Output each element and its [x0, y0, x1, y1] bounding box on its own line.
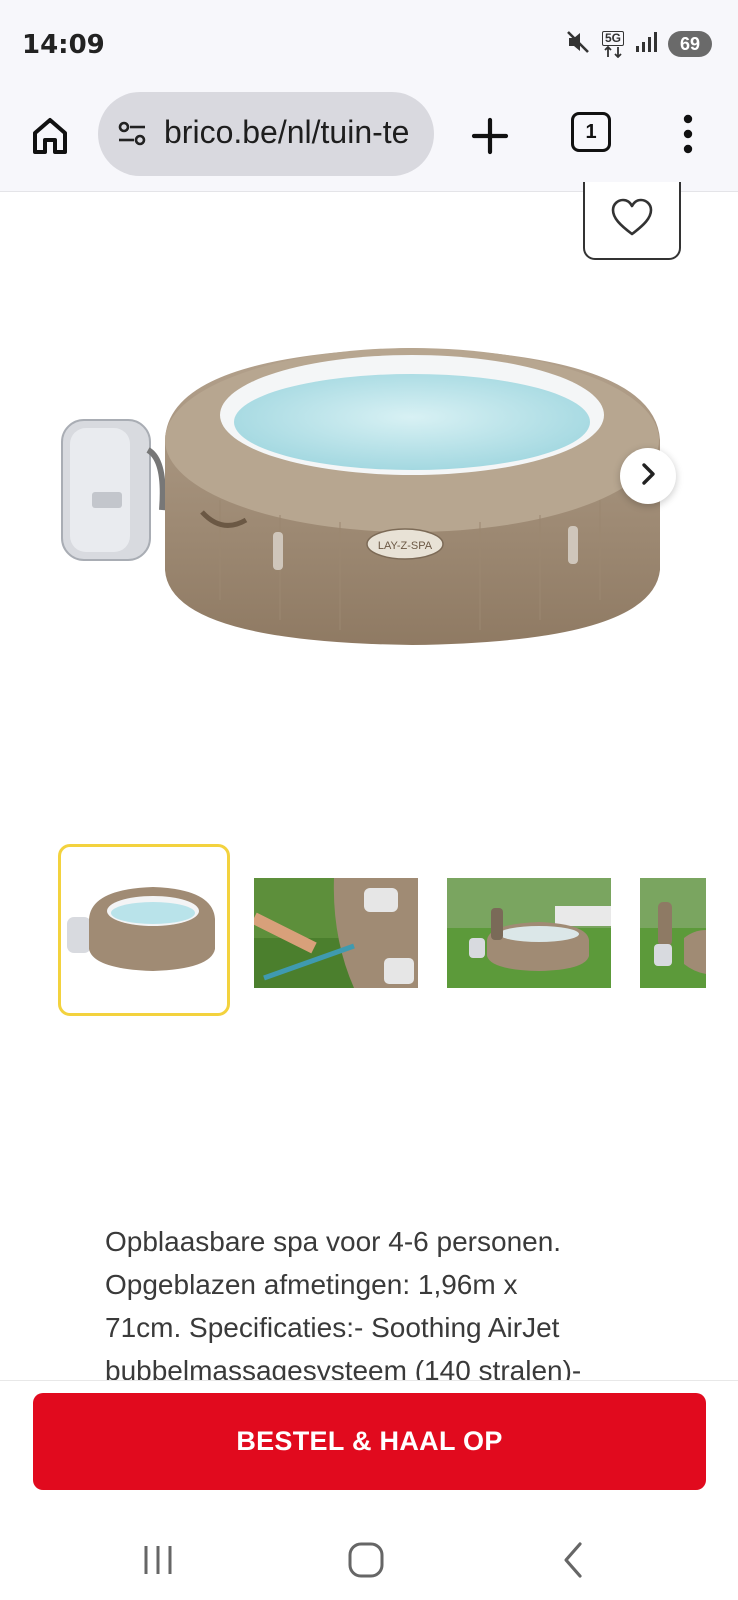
back-icon[interactable] [544, 1530, 604, 1590]
cta-bar: BESTEL & HAAL OP [0, 1380, 738, 1518]
wishlist-button[interactable] [583, 182, 681, 260]
thumbnail-3[interactable] [447, 878, 611, 988]
thumbnail-2[interactable] [254, 878, 418, 988]
description-line: 71cm. Specificaties:- Soothing AirJet [105, 1312, 560, 1343]
description-line: Opblaasbare spa voor 4-6 personen. [105, 1226, 562, 1257]
spa-logo-text: LAY-Z-SPA [378, 540, 433, 552]
product-image[interactable]: LAY-Z-SPA [40, 300, 680, 700]
home-icon[interactable] [26, 112, 74, 160]
url-text: brico.be/nl/tuin-te [164, 114, 410, 150]
screen: 14:09 5G 69 brico.be/nl/tuin-te 1 LAY-Z-… [0, 0, 738, 1600]
product-description: Opblaasbare spa voor 4-6 personen. Opgeb… [105, 1220, 665, 1380]
thumbnail-1[interactable] [58, 844, 230, 1016]
order-pickup-button[interactable]: BESTEL & HAAL OP [33, 1393, 706, 1490]
thumbnail-strip [0, 844, 738, 1024]
status-time: 14:09 [22, 30, 105, 60]
description-line: bubbelmassagesysteem (140 stralen)- [105, 1355, 582, 1380]
description-line: Opgeblazen afmetingen: 1,96m x [105, 1269, 518, 1300]
recent-apps-icon[interactable] [128, 1530, 188, 1590]
signal-icon [634, 30, 658, 59]
home-circle-icon[interactable] [336, 1530, 396, 1590]
status-bar: 14:09 5G 69 [0, 0, 738, 88]
thumbnail-4[interactable] [640, 878, 706, 988]
5g-data-icon: 5G [601, 30, 624, 58]
next-image-button[interactable] [620, 448, 676, 504]
plus-icon[interactable] [466, 112, 514, 160]
more-vert-icon[interactable] [668, 110, 708, 158]
mute-icon [564, 28, 592, 61]
heart-icon [610, 198, 654, 243]
browser-toolbar: brico.be/nl/tuin-te 1 [0, 88, 738, 192]
site-settings-icon[interactable] [116, 118, 148, 150]
tabs-icon[interactable]: 1 [571, 112, 611, 152]
battery-icon: 69 [668, 31, 712, 57]
chevron-right-icon [637, 461, 659, 492]
system-nav-bar [0, 1518, 738, 1600]
status-icons: 5G 69 [564, 28, 712, 60]
url-bar[interactable]: brico.be/nl/tuin-te [98, 92, 434, 176]
